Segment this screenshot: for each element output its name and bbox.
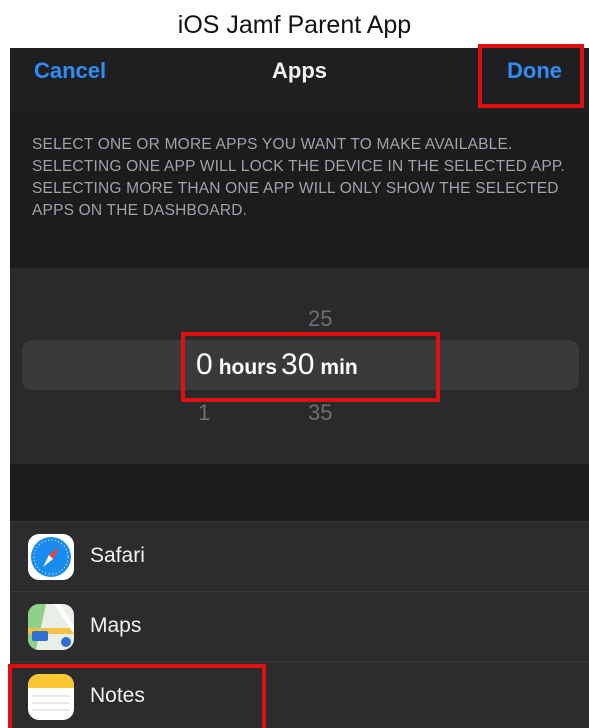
notes-row-highlight — [8, 664, 266, 728]
picker-minutes-above[interactable]: 25 — [308, 306, 332, 332]
picker-minutes-below[interactable]: 35 — [308, 400, 332, 426]
section-spacer — [10, 464, 589, 521]
app-label-maps: Maps — [90, 614, 142, 637]
instructions-text: SELECT ONE OR MORE APPS YOU WANT TO MAKE… — [32, 136, 565, 219]
picker-value-highlight — [181, 332, 440, 402]
app-label-safari: Safari — [90, 544, 145, 567]
app-row-safari[interactable]: Safari — [10, 521, 589, 592]
picker-hours-below[interactable]: 1 — [198, 400, 210, 426]
maps-icon — [28, 604, 74, 650]
done-button-highlight — [478, 44, 584, 108]
safari-icon — [28, 534, 74, 580]
app-row-maps[interactable]: Maps — [10, 591, 589, 662]
